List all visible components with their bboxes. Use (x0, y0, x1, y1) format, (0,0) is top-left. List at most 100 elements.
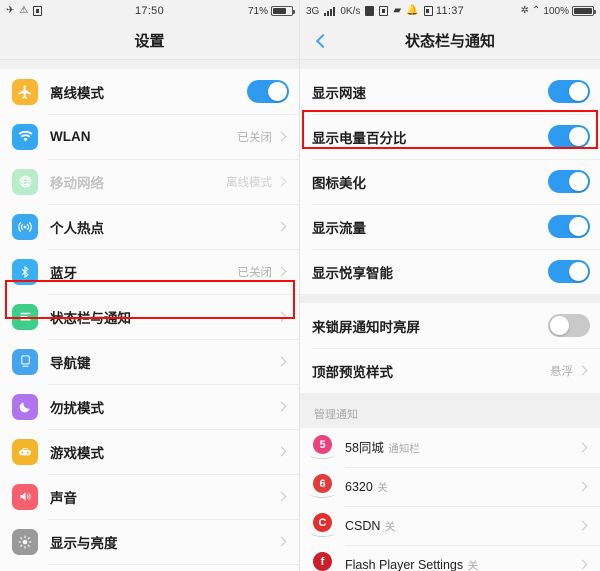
group-gap-1 (300, 294, 600, 303)
app-text: 6320 关 (345, 478, 579, 496)
chevron-right-icon (577, 520, 588, 531)
sidebar-item-value: 离线模式 (226, 176, 272, 189)
sidebar-item-do-not-disturb[interactable]: 勿扰模式 (0, 384, 299, 429)
left-status-battery: 71% (247, 5, 295, 17)
app-name: 58同城 (345, 440, 384, 455)
setting-label: 图标美化 (312, 175, 366, 191)
sidebar-item-airplane[interactable]: 离线模式 (0, 69, 299, 114)
chevron-right-icon (276, 401, 287, 412)
brightness-icon (12, 528, 38, 555)
game-icon (12, 438, 38, 465)
chevron-right-icon (276, 131, 287, 142)
app-icon: f (310, 552, 335, 571)
battery-icon (271, 6, 295, 16)
airplane-toggle[interactable] (247, 80, 289, 103)
setting-value: 悬浮 (550, 365, 573, 378)
left-settings-list[interactable]: 离线模式 WLAN 已关闭 移动网络 离线模式 个人热点 蓝牙 已关闭 状态栏与… (0, 60, 299, 571)
bluetooth-icon (12, 258, 38, 285)
sidebar-item-value: 已关闭 (237, 131, 273, 144)
setting-row-wake-on-notification[interactable]: 来锁屏通知时亮屏 (300, 303, 600, 348)
hotspot-icon (12, 213, 38, 240)
sidebar-item-label: 勿扰模式 (50, 400, 104, 416)
left-settings-group: 离线模式 WLAN 已关闭 移动网络 离线模式 个人热点 蓝牙 已关闭 状态栏与… (0, 69, 299, 571)
network-type-label: 3G (306, 5, 320, 17)
app-icon-swoosh (310, 567, 335, 571)
sidebar-item-label: 移动网络 (50, 175, 104, 191)
right-settings-list[interactable]: 显示网速 显示电量百分比 图标美化 显示流量 显示悦享智能 来锁屏通知时亮屏 顶… (300, 60, 600, 571)
sidebar-item-label: 状态栏与通知 (50, 310, 131, 326)
signal-icon (324, 6, 336, 16)
sidebar-item-label: WLAN (50, 129, 91, 144)
bluetooth-icon: ✲ (520, 5, 530, 16)
app-name: CSDN (345, 518, 381, 533)
chevron-right-icon (577, 365, 588, 376)
app-name: 6320 (345, 479, 373, 494)
page-title: 设置 (134, 33, 165, 50)
show-netspeed-toggle[interactable] (548, 80, 590, 103)
sidebar-item-game-mode[interactable]: 游戏模式 (0, 429, 299, 474)
airplane-icon: ✈ (6, 5, 15, 16)
display-options-group: 显示网速 显示电量百分比 图标美化 显示流量 显示悦享智能 (300, 69, 600, 294)
show-yuexiang-toggle[interactable] (548, 260, 590, 283)
sim-icon (33, 6, 43, 16)
sidebar-item-navkey[interactable]: 导航键 (0, 339, 299, 384)
app-text: CSDN 关 (345, 517, 579, 535)
sidebar-item-bluetooth[interactable]: 蓝牙 已关闭 (0, 249, 299, 294)
list-item[interactable]: f Flash Player Settings 关 (300, 545, 600, 571)
setting-row-show-battery-percent[interactable]: 显示电量百分比 (300, 114, 600, 159)
left-phone-screen: ✈ ⚠ 17:50 71% 设置 离线模式 WLAN 已关闭 移动网络 离线模式… (0, 0, 300, 571)
right-status-bar: 3G 0K/s ▰ 🔔 11:37 ✲ ⌃ 100% (300, 0, 600, 22)
app-status: 关 (377, 481, 388, 494)
sd-icon (423, 6, 433, 16)
list-item[interactable]: 6 6320 关 (300, 467, 600, 506)
app-status: 通知栏 (388, 442, 420, 455)
network-speed-label: 0K/s (340, 5, 361, 17)
show-battery-percent-toggle[interactable] (548, 125, 590, 148)
chevron-right-icon (276, 311, 287, 322)
setting-label: 显示流量 (312, 220, 366, 236)
show-data-usage-toggle[interactable] (548, 215, 590, 238)
app-name: Flash Player Settings (345, 557, 464, 571)
right-status-battery: ✲ ⌃ 100% (520, 5, 596, 17)
sidebar-item-hotspot[interactable]: 个人热点 (0, 204, 299, 249)
right-phone-screen: 3G 0K/s ▰ 🔔 11:37 ✲ ⌃ 100% 状态栏与通知 显示网速 显… (300, 0, 600, 571)
app-status: 关 (384, 520, 396, 533)
sidebar-item-wlan[interactable]: WLAN 已关闭 (0, 114, 299, 159)
left-status-icons: ✈ ⚠ (6, 5, 43, 16)
setting-label: 显示电量百分比 (312, 130, 407, 146)
list-item[interactable]: 5 58同城 通知栏 (300, 428, 600, 467)
app-text: Flash Player Settings 关 (345, 556, 579, 571)
setting-label: 显示网速 (312, 85, 366, 101)
warning-icon: ⚠ (19, 5, 29, 16)
setting-row-icon-beautify[interactable]: 图标美化 (300, 159, 600, 204)
chevron-right-icon (276, 446, 287, 457)
lockscreen-options-group: 来锁屏通知时亮屏 顶部预览样式 悬浮 (300, 303, 600, 393)
wifi-icon (12, 123, 38, 150)
sidebar-item-mobile-network[interactable]: 移动网络 离线模式 (0, 159, 299, 204)
icon-beautify-toggle[interactable] (548, 170, 590, 193)
sidebar-item-display-brightness[interactable]: 显示与亮度 (0, 519, 299, 564)
battery-saver-icon (365, 6, 375, 16)
left-battery-percent-label: 71% (247, 5, 268, 17)
sidebar-item-sound[interactable]: 声音 (0, 474, 299, 519)
list-item[interactable]: C CSDN 关 (300, 506, 600, 545)
chevron-right-icon (577, 559, 588, 570)
chevron-right-icon (276, 266, 287, 277)
left-status-bar: ✈ ⚠ 17:50 71% (0, 0, 299, 22)
sidebar-item-statusbar-notifications[interactable]: 状态栏与通知 (0, 294, 299, 339)
bell-icon: 🔔 (406, 5, 419, 16)
list-top-gap (300, 60, 600, 69)
globe-icon (12, 168, 38, 195)
wake-on-notification-toggle[interactable] (548, 314, 590, 337)
back-chevron-icon[interactable] (314, 34, 328, 48)
setting-row-show-data-usage[interactable]: 显示流量 (300, 204, 600, 249)
sidebar-item-wallpaper-font[interactable]: T 壁纸与字体 (0, 564, 299, 571)
setting-label: 来锁屏通知时亮屏 (312, 319, 420, 335)
setting-row-top-preview-style[interactable]: 顶部预览样式 悬浮 (300, 348, 600, 393)
setting-row-show-netspeed[interactable]: 显示网速 (300, 69, 600, 114)
battery-icon (572, 6, 596, 16)
list-top-gap (0, 60, 299, 69)
app-icon: 5 (310, 435, 335, 460)
sidebar-item-label: 导航键 (50, 355, 91, 371)
setting-row-show-yuexiang[interactable]: 显示悦享智能 (300, 249, 600, 294)
